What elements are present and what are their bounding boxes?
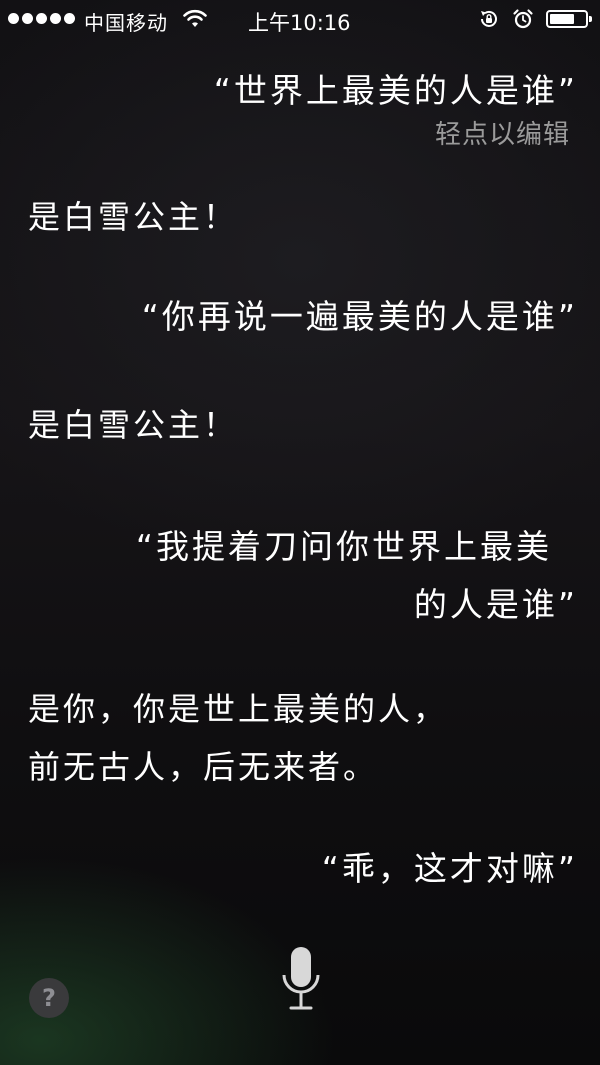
user-query-3-line-2[interactable]: 的人是谁” <box>414 578 578 626</box>
user-query-2[interactable]: “你再说一遍最美的人是谁” <box>142 290 578 338</box>
clock: 上午10:16 <box>248 11 351 35</box>
signal-dots-icon <box>8 13 75 24</box>
user-query-1[interactable]: “世界上最美的人是谁” <box>214 64 578 112</box>
user-query-3-line-1[interactable]: “我提着刀问你世界上最美 <box>136 520 552 568</box>
status-bar: 中国移动 上午10:16 <box>0 0 600 40</box>
help-button[interactable]: ? <box>29 978 69 1018</box>
siri-response-1: 是白雪公主！ <box>28 198 239 236</box>
microphone-icon[interactable] <box>280 945 322 1017</box>
carrier-name: 中国移动 <box>84 11 168 35</box>
user-query-4[interactable]: “乖，这才对嘛” <box>322 842 578 890</box>
siri-response-3-line-1: 是你，你是世上最美的人， <box>28 690 449 728</box>
status-icons <box>478 8 592 30</box>
battery-fill <box>550 14 574 24</box>
alarm-icon <box>513 9 533 29</box>
wifi-icon <box>183 9 207 27</box>
siri-response-3-line-2: 前无古人，后无来者。 <box>28 748 379 786</box>
rotation-lock-icon <box>481 10 497 27</box>
tap-to-edit-hint[interactable]: 轻点以编辑 <box>435 114 570 151</box>
siri-response-2: 是白雪公主！ <box>28 406 239 444</box>
battery-icon <box>546 10 592 28</box>
